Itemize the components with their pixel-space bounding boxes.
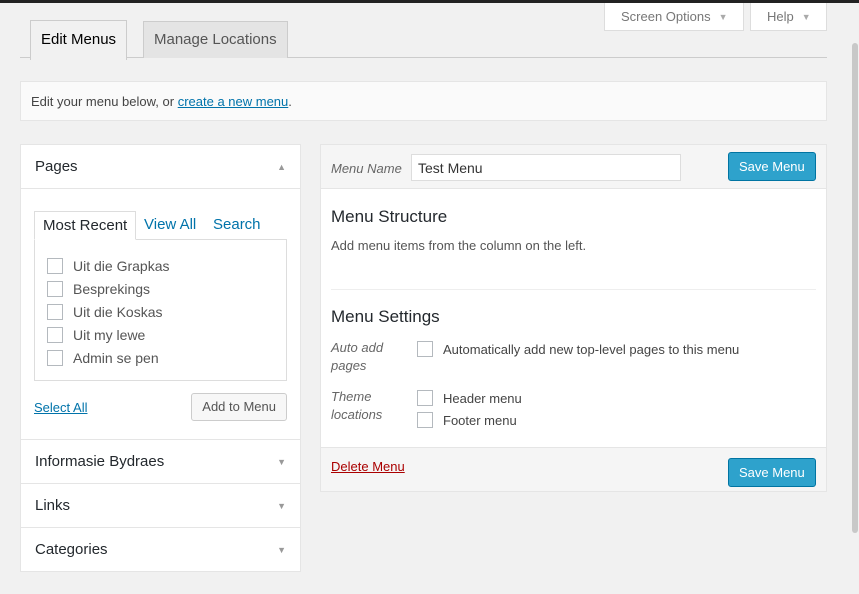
menu-edit-panel: Menu Name Save Menu Menu Structure Add m… (320, 144, 827, 492)
list-item[interactable]: Besprekings (47, 277, 274, 300)
menu-header: Menu Name Save Menu (321, 145, 826, 189)
menu-footer: Delete Menu Save Menu (321, 447, 826, 491)
list-item[interactable]: Uit my lewe (47, 323, 274, 346)
page-label: Uit my lewe (73, 326, 146, 343)
categories-header[interactable]: Categories ▼ (21, 528, 300, 571)
pages-actions: Select All Add to Menu (34, 393, 287, 421)
page-scrollbar[interactable] (851, 3, 859, 594)
footer-menu-option[interactable]: Footer menu (417, 412, 517, 428)
links-header[interactable]: Links ▼ (21, 484, 300, 527)
categories-section: Categories ▼ (20, 528, 301, 572)
footer-menu-checkbox[interactable] (417, 412, 433, 428)
menu-body: Menu Structure Add menu items from the c… (321, 189, 826, 448)
informasie-bydraes-section: Informasie Bydraes ▼ (20, 440, 301, 484)
add-to-menu-button[interactable]: Add to Menu (191, 393, 287, 421)
page-checkbox[interactable] (47, 280, 63, 297)
informasie-bydraes-header[interactable]: Informasie Bydraes ▼ (21, 440, 300, 483)
page-label: Uit die Koskas (73, 303, 163, 320)
list-item[interactable]: Uit die Grapkas (47, 254, 274, 277)
header-menu-option[interactable]: Header menu (417, 390, 522, 406)
menu-name-input[interactable] (411, 154, 681, 181)
select-all-link[interactable]: Select All (34, 400, 87, 415)
triangle-down-icon: ▼ (277, 500, 286, 511)
tab-search[interactable]: Search (213, 211, 261, 239)
nav-tabs: Edit Menus Manage Locations (20, 18, 827, 60)
tab-edit-menus[interactable]: Edit Menus (30, 20, 128, 60)
menu-structure-title: Menu Structure (331, 207, 448, 226)
auto-add-option[interactable]: Automatically add new top-level pages to… (417, 341, 739, 357)
divider (331, 289, 816, 290)
tab-most-recent[interactable]: Most Recent (34, 211, 137, 240)
menu-name-label: Menu Name (331, 161, 402, 176)
pages-checklist: Uit die Grapkas Besprekings Uit die Kosk… (34, 239, 287, 381)
delete-menu-link[interactable]: Delete Menu (331, 459, 405, 474)
page-checkbox[interactable] (47, 303, 63, 320)
section-title: Informasie Bydraes (35, 453, 165, 470)
page-checkbox[interactable] (47, 326, 63, 343)
page-label: Uit die Grapkas (73, 257, 170, 274)
menu-structure-description: Add menu items from the column on the le… (331, 238, 587, 253)
pages-tabs: Most Recent View All Search (34, 211, 287, 240)
pages-section-header[interactable]: Pages ▲ (21, 145, 300, 188)
auto-add-text: Automatically add new top-level pages to… (443, 341, 740, 357)
save-menu-button[interactable]: Save Menu (728, 152, 816, 181)
page-checkbox[interactable] (47, 349, 63, 366)
tab-view-all[interactable]: View All (144, 211, 196, 239)
triangle-down-icon: ▼ (277, 544, 286, 555)
add-menu-items-sidebar: Pages ▲ Most Recent View All Search Uit … (20, 144, 301, 572)
tab-manage-locations[interactable]: Manage Locations (143, 21, 288, 58)
theme-locations-label: Theme locations (331, 389, 383, 422)
page-label: Admin se pen (73, 349, 159, 366)
pages-section-title: Pages (35, 158, 78, 175)
header-menu-text: Header menu (443, 390, 522, 406)
auto-add-label: Auto add pages (331, 340, 384, 373)
section-title: Categories (35, 541, 108, 558)
edit-menu-notice: Edit your menu below, or create a new me… (20, 81, 827, 121)
triangle-up-icon: ▲ (277, 161, 286, 172)
list-item[interactable]: Admin se pen (47, 346, 274, 369)
footer-menu-text: Footer menu (443, 412, 517, 428)
page-label: Besprekings (73, 280, 151, 297)
header-menu-checkbox[interactable] (417, 390, 433, 406)
triangle-down-icon: ▼ (277, 456, 286, 467)
pages-section: Pages ▲ Most Recent View All Search Uit … (20, 144, 301, 440)
notice-suffix: . (288, 94, 292, 109)
scrollbar-thumb[interactable] (852, 43, 858, 533)
menu-settings-title: Menu Settings (331, 307, 440, 326)
links-section: Links ▼ (20, 484, 301, 528)
page-checkbox[interactable] (47, 257, 63, 274)
list-item[interactable]: Uit die Koskas (47, 300, 274, 323)
auto-add-checkbox[interactable] (417, 341, 433, 357)
save-menu-button[interactable]: Save Menu (728, 458, 816, 487)
pages-section-body: Most Recent View All Search Uit die Grap… (21, 188, 300, 439)
notice-prefix: Edit your menu below, or (31, 94, 178, 109)
section-title: Links (35, 497, 71, 514)
create-new-menu-link[interactable]: create a new menu (178, 94, 289, 109)
